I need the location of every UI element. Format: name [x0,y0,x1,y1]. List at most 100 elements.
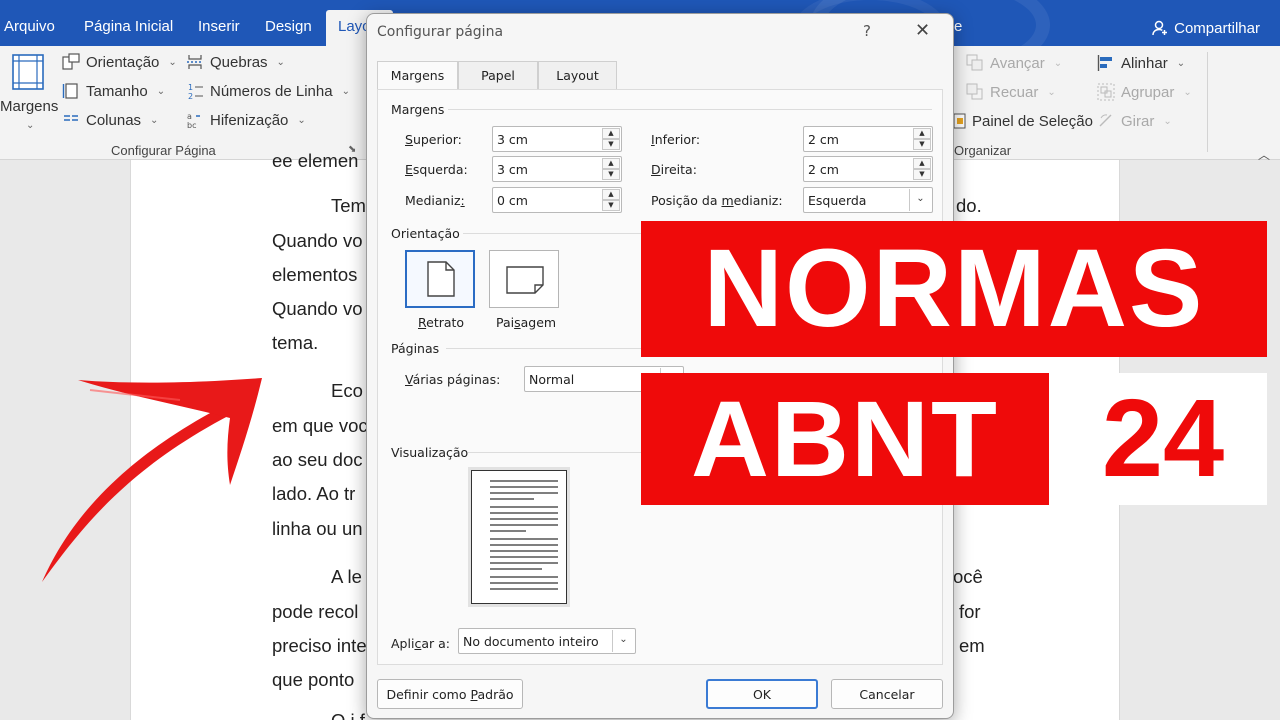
group-separator [1207,52,1208,152]
spinner-arrows[interactable]: ▲ ▼ [913,128,931,150]
tab-layout-dialog[interactable]: Layout [538,61,617,89]
tab-design[interactable]: Design [265,18,312,35]
tab-arquivo[interactable]: Arquivo [4,18,55,35]
spinner-arrows[interactable]: ▲ ▼ [602,128,620,150]
left-margin-value: 3 cm [497,162,528,177]
columns-button[interactable]: Colunas ⌄ [62,111,158,129]
person-add-icon [1152,20,1168,36]
line-numbers-button[interactable]: 12 Números de Linha ⌄ [186,82,350,101]
top-margin-value: 3 cm [497,132,528,147]
chevron-down-icon[interactable]: ▼ [913,169,931,180]
document-text-line: preciso inte [272,635,367,656]
hyphenation-button[interactable]: a bc Hifenização ⌄ [186,111,306,130]
collapse-ribbon-icon[interactable]: ︿ [1258,146,1270,163]
document-text-line: Quando vo [272,230,363,251]
bottom-margin-value: 2 cm [808,132,839,147]
breaks-button[interactable]: Quebras ⌄ [186,53,285,71]
document-text-line: Quando vo [272,298,363,319]
right-margin-label: Direita: [651,162,697,177]
page-setup-dialog: Configurar página ? ✕ Margens Papel Layo… [366,13,954,719]
document-text-line: for [959,601,981,622]
right-margin-input[interactable]: 2 cm ▲ ▼ [803,156,933,182]
chevron-up-icon[interactable]: ▲ [913,158,931,169]
bring-forward-label: Avançar [990,54,1045,72]
document-text-line: Eco [331,380,363,401]
document-text-line: O i f [331,711,365,720]
chevron-up-icon[interactable]: ▲ [602,158,620,169]
svg-text:1: 1 [188,83,193,92]
send-backward-icon [966,83,983,100]
breaks-label: Quebras [210,53,268,71]
bottom-margin-label: Inferior: [651,132,701,147]
bottom-margin-input[interactable]: 2 cm ▲ ▼ [803,126,933,152]
ok-button[interactable]: OK [706,679,818,709]
margins-label: Margens [0,98,59,115]
chevron-down-icon[interactable]: ⌄ [612,630,634,652]
chevron-up-icon[interactable]: ▲ [913,128,931,139]
send-backward-button[interactable]: Recuar ⌄ [966,83,1056,101]
chevron-up-icon[interactable]: ▲ [602,189,620,200]
set-default-button[interactable]: Definir como Padrão [377,679,523,709]
document-text-line: tema. [272,332,319,353]
margins-button[interactable]: Margens ⌄ [0,54,58,134]
tab-papel[interactable]: Papel [458,61,538,89]
spinner-arrows[interactable]: ▲ ▼ [913,158,931,180]
left-margin-input[interactable]: 3 cm ▲ ▼ [492,156,622,182]
portrait-page-icon [427,261,455,297]
close-icon[interactable]: ✕ [915,20,930,41]
bring-forward-button[interactable]: Avançar ⌄ [966,54,1062,72]
rotate-button[interactable]: Girar ⌄ [1097,112,1172,130]
size-button[interactable]: Tamanho ⌄ [62,82,165,100]
chevron-down-icon: ⌄ [1176,57,1186,69]
apply-to-value: No documento inteiro [463,634,599,649]
gutter-position-select[interactable]: Esquerda ⌄ [803,187,933,213]
gutter-label: Medianiz: [405,193,465,208]
document-text-line: do. [956,195,982,216]
selection-pane-label: Painel de Seleção [972,112,1093,130]
selection-pane-button[interactable]: Painel de Seleção [948,112,1093,130]
group-button[interactable]: Agrupar ⌄ [1097,83,1192,101]
chevron-up-icon[interactable]: ▲ [602,128,620,139]
orientation-button[interactable]: Orientação ⌄ [62,53,177,71]
set-default-label: Definir como Padrão [386,687,514,702]
apply-to-label: Aplicar a: [391,636,450,651]
tab-inserir[interactable]: Inserir [198,18,240,35]
apply-to-select[interactable]: No documento inteiro ⌄ [458,628,636,654]
spinner-arrows[interactable]: ▲ ▼ [602,189,620,211]
landscape-page-icon [506,266,544,294]
align-button[interactable]: Alinhar ⌄ [1097,54,1185,72]
align-label: Alinhar [1121,54,1168,72]
preview-page [471,470,567,604]
banner-title: NORMAS [641,221,1267,357]
chevron-down-icon: ⌄ [276,56,285,68]
banner-year: 24 [1059,373,1267,505]
tab-partial[interactable]: e [954,18,962,35]
chevron-down-icon[interactable]: ▼ [602,139,620,150]
landscape-label: Paisagem [496,315,557,330]
gutter-input[interactable]: 0 cm ▲ ▼ [492,187,622,213]
chevron-down-icon[interactable]: ⌄ [909,189,931,211]
spinner-arrows[interactable]: ▲ ▼ [602,158,620,180]
tab-margens[interactable]: Margens [377,61,458,90]
document-text-line: elementos [272,264,358,285]
margins-section-label: Margens [391,102,445,117]
portrait-option[interactable] [405,250,475,308]
chevron-down-icon[interactable]: ▼ [602,169,620,180]
share-button[interactable]: Compartilhar [1151,19,1260,37]
tab-pagina-inicial[interactable]: Página Inicial [84,18,173,35]
rotate-label: Girar [1121,112,1155,130]
help-icon[interactable]: ? [863,22,871,40]
top-margin-input[interactable]: 3 cm ▲ ▼ [492,126,622,152]
cancel-button[interactable]: Cancelar [831,679,943,709]
size-label: Tamanho [86,82,148,100]
line-numbers-label: Números de Linha [210,82,333,100]
chevron-down-icon[interactable]: ▼ [602,200,620,211]
landscape-option[interactable] [489,250,559,308]
chevron-down-icon: ⌄ [1163,115,1172,127]
orientation-icon [62,53,80,70]
chevron-down-icon[interactable]: ▼ [913,139,931,150]
page-preview [468,467,570,607]
document-text-line: ocê [953,566,983,587]
preview-section-label: Visualização [391,445,469,460]
document-text-line: em que voc [272,415,368,436]
